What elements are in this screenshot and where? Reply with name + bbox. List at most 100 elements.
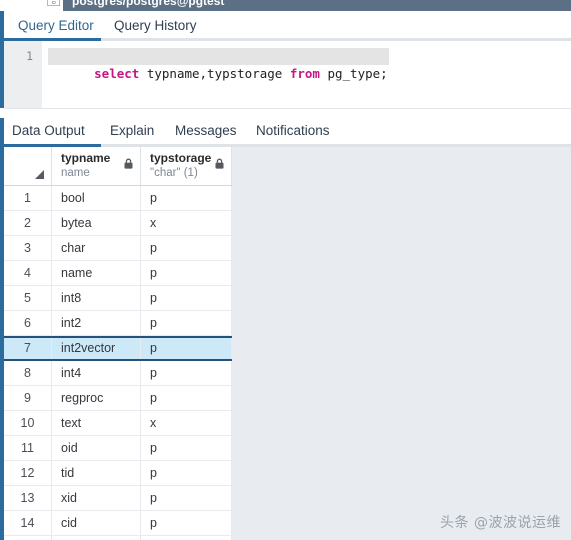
cell-typname[interactable]: oid (52, 436, 141, 460)
header-column-type: name (61, 167, 90, 179)
cell-row-number: 12 (4, 461, 52, 485)
cell-row-number: 6 (4, 311, 52, 335)
pgadmin-query-tool: 🗃 postgres/postgres@pgtest Query Editor … (0, 0, 571, 540)
database-icon: 🗃 (46, 0, 62, 7)
header-row-number-corner[interactable] (4, 147, 52, 185)
sql-token-table: pg_type; (327, 66, 388, 81)
header-column-type: "char" (1) (150, 167, 198, 179)
cell-typname[interactable]: int2 (52, 311, 141, 335)
cell-typname[interactable]: bytea (52, 211, 141, 235)
table-row[interactable]: 2 bytea x (4, 211, 232, 236)
table-row[interactable]: 14 cid p (4, 511, 232, 536)
cell-typstorage[interactable]: p (141, 461, 232, 485)
header-column-name: typname (61, 151, 111, 165)
table-row[interactable]: 3 char p (4, 236, 232, 261)
table-row[interactable]: 11 oid p (4, 436, 232, 461)
cell-row-number: 2 (4, 211, 52, 235)
output-tab-strip: Data Output Explain Messages Notificatio… (4, 117, 571, 144)
tab-notifications[interactable]: Notifications (256, 117, 330, 144)
cell-row-number: 5 (4, 286, 52, 310)
table-row[interactable]: 1 bool p (4, 186, 232, 211)
table-row[interactable]: 8 int4 p (4, 361, 232, 386)
cell-typname[interactable]: regproc (52, 386, 141, 410)
header-column-name: typstorage (150, 151, 212, 165)
sort-triangle-icon (35, 170, 44, 179)
watermark: 头条 @波波说运维 (440, 515, 561, 531)
tab-query-history[interactable]: Query History (104, 11, 207, 41)
table-row[interactable]: 6 int2 p (4, 311, 232, 336)
cell-row-number: 8 (4, 361, 52, 385)
table-row[interactable]: 13 xid p (4, 486, 232, 511)
cell-typstorage[interactable]: x (141, 411, 232, 435)
lock-icon (215, 158, 224, 169)
editor-bottom-divider (0, 108, 571, 109)
cell-row-number: 3 (4, 236, 52, 260)
tab-messages[interactable]: Messages (175, 117, 237, 144)
cell-typname[interactable]: cid (52, 511, 141, 535)
cell-typname[interactable] (52, 536, 141, 540)
cell-typname[interactable]: int2vector (52, 338, 141, 359)
cell-row-number: 7 (4, 338, 52, 359)
header-column-typstorage[interactable]: typstorage "char" (1) (141, 147, 232, 185)
table-row[interactable]: 15 (4, 536, 232, 540)
cell-row-number: 13 (4, 486, 52, 510)
cell-typstorage[interactable]: p (141, 186, 232, 210)
connection-label: postgres/postgres@pgtest (72, 0, 225, 8)
editor-tab-strip: Query Editor Query History (0, 11, 571, 41)
table-row[interactable]: 9 regproc p (4, 386, 232, 411)
left-accent-rail-gap (0, 108, 4, 118)
cell-typstorage[interactable]: p (141, 286, 232, 310)
sql-token-columns: typname,typstorage (146, 66, 283, 81)
table-row[interactable]: 10 text x (4, 411, 232, 436)
cell-typstorage[interactable]: p (141, 361, 232, 385)
tab-data-output[interactable]: Data Output (12, 117, 85, 144)
cell-row-number: 10 (4, 411, 52, 435)
editor-gutter: 1 (4, 41, 42, 108)
cell-typstorage[interactable]: p (141, 338, 232, 359)
cell-row-number: 4 (4, 261, 52, 285)
cell-typstorage[interactable]: p (141, 436, 232, 460)
results-table: typname name typstorage "char" (1) 1 boo… (4, 147, 232, 540)
tab-explain[interactable]: Explain (110, 117, 154, 144)
cell-row-number: 9 (4, 386, 52, 410)
cell-typstorage[interactable]: p (141, 236, 232, 260)
cell-typname[interactable]: xid (52, 486, 141, 510)
grid-right-edge (232, 147, 233, 540)
sql-token-keyword-select: select (94, 66, 140, 81)
cell-row-number: 14 (4, 511, 52, 535)
cell-typname[interactable]: int4 (52, 361, 141, 385)
sql-editor[interactable]: 1 select typname,typstorage from pg_type… (4, 41, 571, 108)
cell-row-number: 15 (4, 536, 52, 540)
line-number: 1 (26, 49, 33, 63)
cell-typstorage[interactable] (141, 536, 232, 540)
table-row-selected[interactable]: 7 int2vector p (4, 336, 232, 361)
sql-token-space-2 (282, 66, 290, 81)
cell-typname[interactable]: tid (52, 461, 141, 485)
cell-typstorage[interactable]: p (141, 386, 232, 410)
sql-token-keyword-from: from (289, 66, 320, 81)
cell-typname[interactable]: name (52, 261, 141, 285)
table-row[interactable]: 12 tid p (4, 461, 232, 486)
sql-token-space-1 (139, 66, 147, 81)
cell-row-number: 1 (4, 186, 52, 210)
table-header-row: typname name typstorage "char" (1) (4, 147, 232, 186)
header-column-typname[interactable]: typname name (52, 147, 141, 185)
cell-typname[interactable]: int8 (52, 286, 141, 310)
cell-typstorage[interactable]: p (141, 311, 232, 335)
results-grid[interactable]: typname name typstorage "char" (1) 1 boo… (4, 147, 571, 540)
table-row[interactable]: 4 name p (4, 261, 232, 286)
cell-typstorage[interactable]: p (141, 261, 232, 285)
connection-titlebar: 🗃 postgres/postgres@pgtest (0, 0, 571, 11)
sql-code-line[interactable]: select typname,typstorage from pg_type; (48, 48, 389, 81)
lock-icon (124, 158, 133, 169)
tab-query-editor[interactable]: Query Editor (8, 11, 104, 41)
cell-typstorage[interactable]: p (141, 511, 232, 535)
left-accent-rail (0, 11, 4, 540)
cell-typname[interactable]: text (52, 411, 141, 435)
cell-typstorage[interactable]: x (141, 211, 232, 235)
cell-typstorage[interactable]: p (141, 486, 232, 510)
table-row[interactable]: 5 int8 p (4, 286, 232, 311)
cell-typname[interactable]: bool (52, 186, 141, 210)
cell-typname[interactable]: char (52, 236, 141, 260)
cell-row-number: 11 (4, 436, 52, 460)
